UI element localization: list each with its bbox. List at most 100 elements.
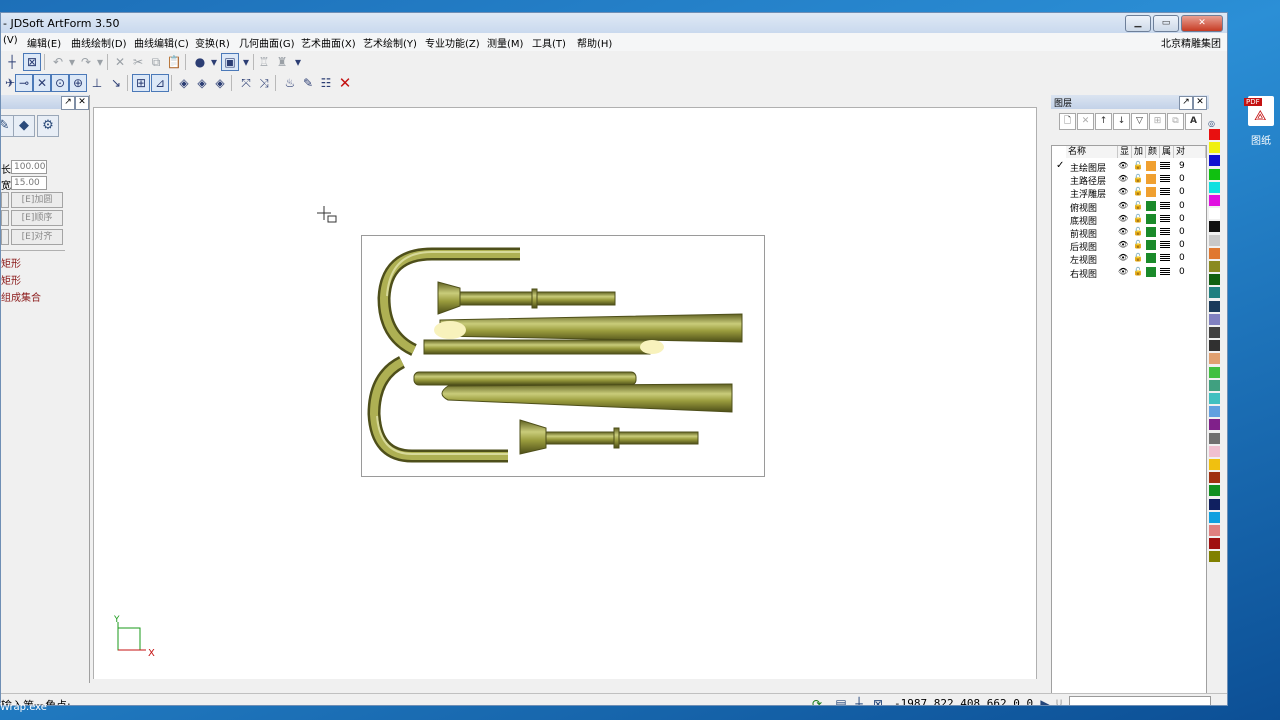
layer-color-swatch[interactable] xyxy=(1146,266,1156,277)
pin-icon[interactable]: ↗ xyxy=(61,96,75,110)
layer-up-icon[interactable]: ↑ xyxy=(1095,113,1112,130)
palette-swatch[interactable] xyxy=(1209,498,1220,510)
snap-quadrant-icon[interactable]: ⊕ xyxy=(69,74,87,92)
shade-dropdown-icon[interactable]: ▾ xyxy=(289,53,307,71)
menu-edit[interactable]: 编辑(E) xyxy=(27,35,61,50)
line-style-icon[interactable] xyxy=(1160,241,1170,250)
lock-icon[interactable]: 🔓 xyxy=(1133,240,1143,249)
palette-swatch[interactable] xyxy=(1209,168,1220,180)
layer-row[interactable]: 俯视图 👁 🔓 0 xyxy=(1052,200,1206,214)
cut-icon[interactable]: ✂ xyxy=(129,53,147,71)
palette-icon[interactable]: ◎ xyxy=(1208,119,1220,129)
maximize-button[interactable]: ▭ xyxy=(1153,15,1179,32)
layer-row[interactable]: 前视图 👁 🔓 0 xyxy=(1052,226,1206,240)
width-input[interactable]: 15.00 xyxy=(11,176,47,190)
option-button-1[interactable] xyxy=(1,192,9,208)
palette-swatch[interactable] xyxy=(1209,485,1220,497)
ortho-icon[interactable]: ⊿ xyxy=(151,74,169,92)
filter-icon[interactable]: ▽ xyxy=(1131,113,1148,130)
line-style-icon[interactable] xyxy=(1160,228,1170,236)
layer-row[interactable]: 右视图 👁 🔓 0 xyxy=(1052,266,1206,280)
col-objects[interactable]: 对 xyxy=(1174,146,1206,158)
layer-color-swatch[interactable] xyxy=(1146,227,1156,237)
crosshair-status-icon[interactable]: ┼ xyxy=(851,696,867,705)
option-button-3[interactable] xyxy=(1,229,9,245)
menu-transform[interactable]: 变换(R) xyxy=(195,35,230,50)
align-button[interactable]: [E]对齐 xyxy=(11,229,63,245)
view-iso1-icon[interactable]: ◈ xyxy=(175,74,193,92)
palette-swatch[interactable] xyxy=(1209,538,1220,550)
menu-curve-draw[interactable]: 曲线绘制(D) xyxy=(71,35,127,50)
length-input[interactable]: 100.00 xyxy=(11,160,47,174)
line-style-icon[interactable] xyxy=(1160,267,1170,276)
menu-art-surface[interactable]: 艺术曲面(X) xyxy=(301,35,356,50)
crosshair-icon[interactable]: ┼ xyxy=(3,53,21,71)
palette-swatch[interactable] xyxy=(1209,142,1220,154)
node-delete-icon[interactable]: ⤨ xyxy=(255,74,273,92)
layer-color-swatch[interactable] xyxy=(1146,161,1156,171)
palette-swatch[interactable] xyxy=(1209,313,1220,325)
tool-a-icon[interactable]: ♨ xyxy=(281,74,299,92)
close-button[interactable]: ✕ xyxy=(1181,15,1223,32)
col-color[interactable]: 颜 xyxy=(1146,146,1160,158)
layer-down-icon[interactable]: ↓ xyxy=(1113,113,1130,130)
palette-swatch[interactable] xyxy=(1209,129,1220,140)
line-style-icon[interactable] xyxy=(1160,254,1170,263)
lock-icon[interactable]: 🔓 xyxy=(1133,267,1143,276)
layers-pin-icon[interactable]: ↗ xyxy=(1179,96,1193,110)
palette-swatch[interactable] xyxy=(1209,379,1220,391)
horizontal-scrollbar[interactable] xyxy=(93,679,1037,691)
palette-swatch[interactable] xyxy=(1209,221,1220,233)
layer-row[interactable]: 底视图 👁 🔓 0 xyxy=(1052,213,1206,227)
palette-swatch[interactable] xyxy=(1209,393,1220,404)
copy-icon[interactable]: ⧉ xyxy=(147,53,165,71)
palette-swatch[interactable] xyxy=(1209,366,1220,378)
snap-perpendicular-icon[interactable]: ⊥ xyxy=(88,74,106,92)
option-button-2[interactable] xyxy=(1,210,9,226)
line-style-icon[interactable] xyxy=(1160,188,1170,197)
layer-row[interactable]: 后视图 👁 🔓 0 xyxy=(1052,239,1206,253)
select-box-icon[interactable]: ⊠ xyxy=(23,53,41,71)
lock-icon[interactable]: 🔓 xyxy=(1133,253,1143,262)
minimize-button[interactable]: ▁ xyxy=(1125,15,1151,32)
snap-center-icon[interactable]: ⊙ xyxy=(51,74,69,92)
shade-icon[interactable]: ♖ xyxy=(255,53,273,71)
palette-swatch[interactable] xyxy=(1209,247,1220,259)
palette-swatch[interactable] xyxy=(1209,327,1220,338)
vertical-scrollbar[interactable] xyxy=(1037,107,1047,683)
lock-icon[interactable]: 🔓 xyxy=(1133,187,1143,196)
eye-icon[interactable]: 👁 xyxy=(1118,174,1128,183)
tool-c-icon[interactable]: ☷ xyxy=(317,74,335,92)
layer-color-swatch[interactable] xyxy=(1146,253,1156,264)
eye-icon[interactable]: 👁 xyxy=(1118,253,1128,262)
eye-icon[interactable]: 👁 xyxy=(1118,227,1128,236)
merge-layer-icon[interactable]: ⊞ xyxy=(1149,113,1166,130)
palette-swatch[interactable] xyxy=(1209,525,1220,536)
snap-intersect-icon[interactable]: ✕ xyxy=(33,74,51,92)
tab-tool-icon[interactable]: ⚙ xyxy=(37,115,59,137)
palette-swatch[interactable] xyxy=(1209,459,1220,470)
new-layer-icon[interactable]: 🗋 xyxy=(1059,113,1076,130)
menu-geometry-surface[interactable]: 几何曲面(G) xyxy=(239,35,295,50)
tab-surface-icon[interactable]: ◆ xyxy=(13,115,35,137)
layer-color-swatch[interactable] xyxy=(1146,213,1156,224)
palette-swatch[interactable] xyxy=(1209,234,1220,246)
line-style-icon[interactable] xyxy=(1160,162,1170,170)
eye-icon[interactable]: 👁 xyxy=(1118,201,1128,210)
delete-layer-icon[interactable]: ✕ xyxy=(1077,113,1094,130)
line-style-icon[interactable] xyxy=(1160,214,1170,223)
palette-swatch[interactable] xyxy=(1209,155,1220,167)
palette-swatch[interactable] xyxy=(1209,432,1220,444)
view-iso2-icon[interactable]: ◈ xyxy=(193,74,211,92)
lock-icon[interactable]: 🔓 xyxy=(1133,174,1143,183)
lock-icon[interactable]: 🔓 xyxy=(1133,161,1143,170)
palette-swatch[interactable] xyxy=(1209,181,1220,193)
palette-swatch[interactable] xyxy=(1209,195,1220,206)
view-iso3-icon[interactable]: ◈ xyxy=(211,74,229,92)
col-attr[interactable]: 属 xyxy=(1160,146,1174,158)
menu-view[interactable]: (V) xyxy=(3,35,18,46)
lock-icon[interactable]: 🔓 xyxy=(1133,214,1143,223)
taskbar-item[interactable]: Wrap.exe xyxy=(0,702,47,713)
eye-icon[interactable]: 👁 xyxy=(1118,240,1128,249)
layer-color-swatch[interactable] xyxy=(1146,174,1156,185)
